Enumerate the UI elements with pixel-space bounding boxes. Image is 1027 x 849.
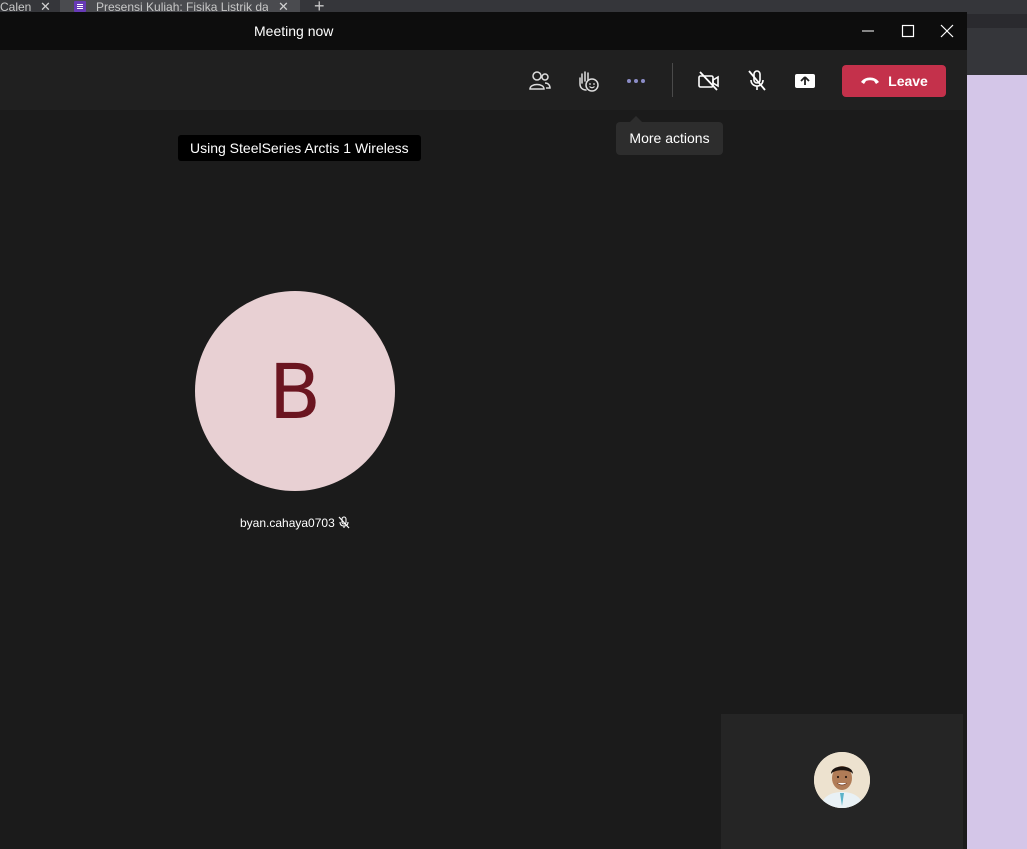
tooltip-caret (630, 116, 642, 122)
maximize-button[interactable] (888, 12, 928, 50)
minimize-button[interactable] (848, 12, 888, 50)
mic-off-icon (748, 70, 766, 91)
close-icon (940, 24, 954, 38)
browser-page-background (967, 14, 1027, 849)
browser-bookmarks-bar (967, 28, 1027, 75)
meeting-window: Meeting now Leave Using SteelSeries Arct… (0, 12, 967, 849)
camera-off-icon (698, 71, 719, 91)
maximize-icon (901, 24, 915, 38)
self-video-tile[interactable] (721, 714, 963, 849)
participant-name: byan.cahaya0703 (240, 516, 335, 530)
participant-avatar: B (195, 291, 395, 491)
toggle-camera-button[interactable] (694, 66, 724, 96)
people-icon (529, 71, 551, 90)
avatar-initial: B (268, 346, 322, 436)
reactions-button[interactable] (573, 66, 603, 96)
raise-hand-react-icon (579, 71, 599, 92)
more-actions-tooltip-label: More actions (629, 130, 710, 146)
participant-mic-off-icon (338, 516, 350, 534)
self-avatar (814, 752, 870, 808)
forms-favicon-icon (74, 1, 86, 12)
toolbar-divider (672, 63, 673, 97)
meeting-controls-bar: Leave (0, 50, 967, 110)
show-participants-button[interactable] (525, 66, 555, 96)
close-window-button[interactable] (927, 12, 967, 50)
leave-label: Leave (888, 73, 928, 89)
more-actions-tooltip: More actions (616, 116, 723, 155)
audio-device-tooltip: Using SteelSeries Arctis 1 Wireless (178, 135, 421, 161)
browser-toolbar (967, 14, 1027, 28)
title-bar: Meeting now (0, 12, 967, 50)
window-title: Meeting now (254, 23, 334, 39)
share-screen-button[interactable] (790, 66, 820, 96)
more-dots-icon (627, 79, 645, 83)
user-photo-icon (814, 752, 870, 808)
minimize-icon (862, 30, 874, 32)
leave-button[interactable]: Leave (842, 65, 946, 97)
phone-hangup-icon (861, 77, 880, 84)
share-screen-icon (795, 74, 815, 88)
toggle-microphone-button[interactable] (742, 66, 772, 96)
more-actions-button[interactable] (621, 66, 651, 96)
